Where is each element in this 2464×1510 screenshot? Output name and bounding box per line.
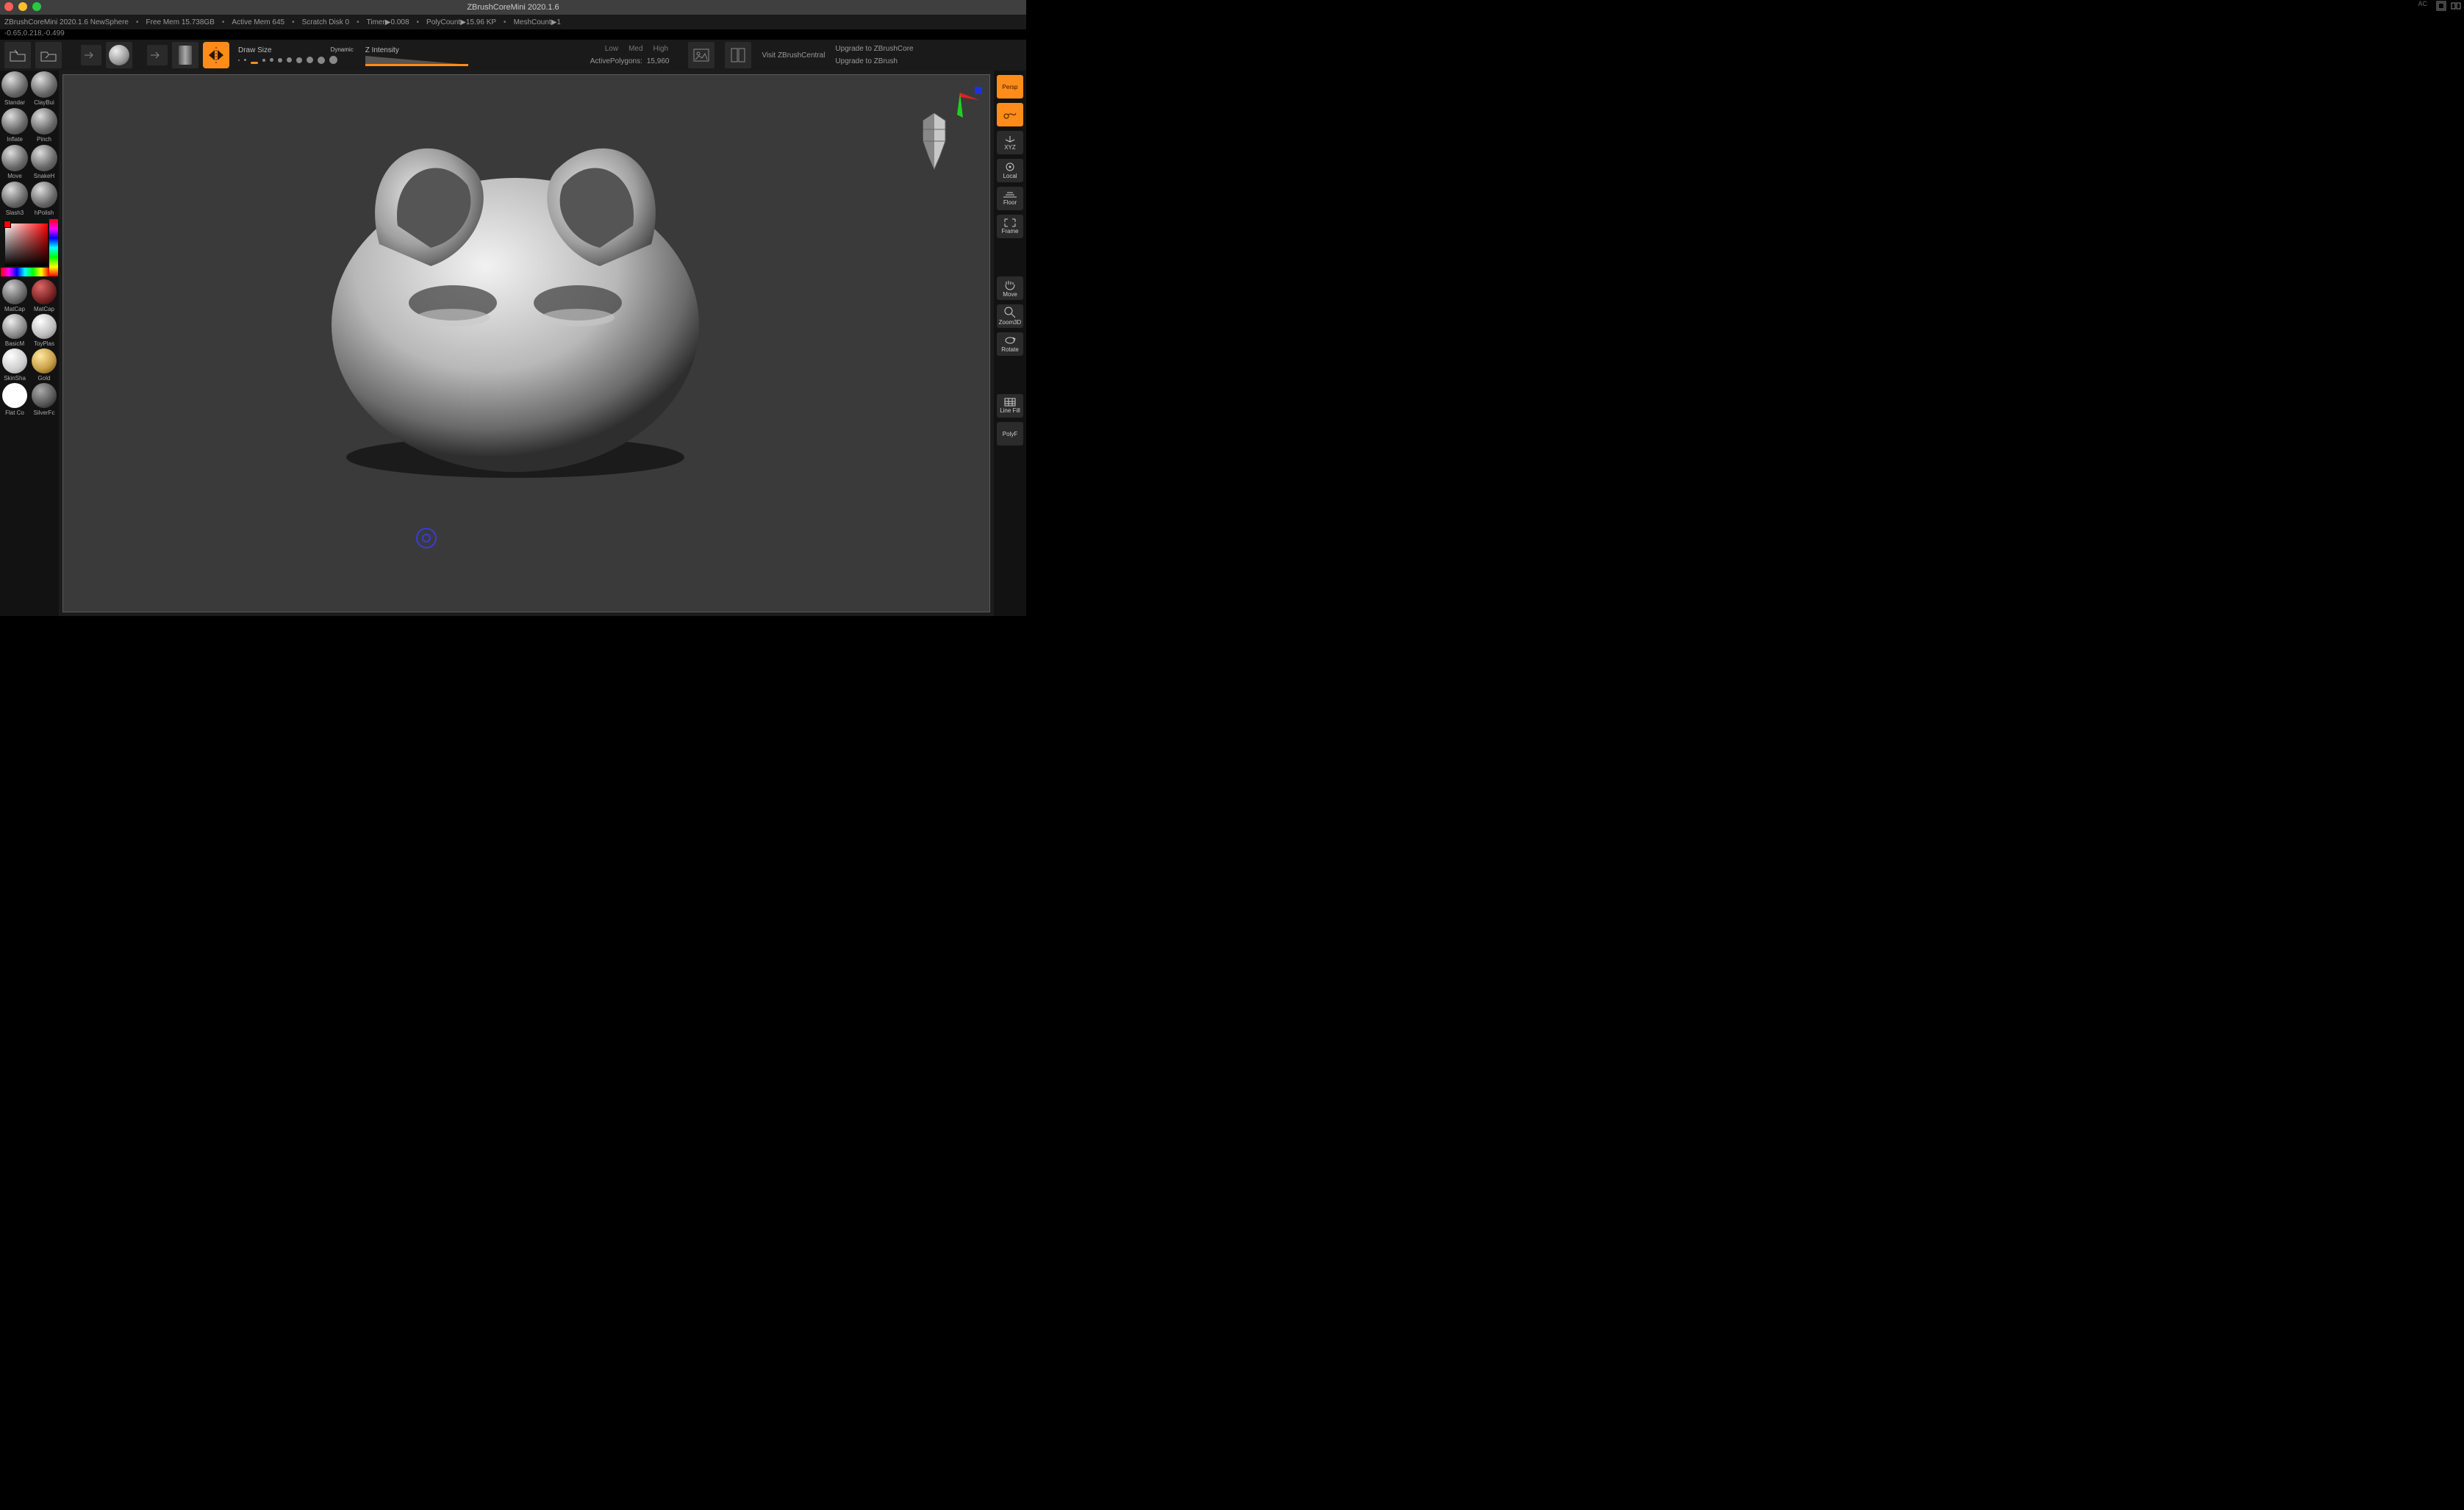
quality-low[interactable]: Low xyxy=(605,45,618,53)
draw-size-label: Draw Size xyxy=(238,46,272,54)
open-file-button[interactable] xyxy=(4,42,31,68)
material-matcap[interactable]: MatCap xyxy=(0,278,29,312)
draw-size-dots[interactable] xyxy=(238,56,354,64)
scratch-value: 0 xyxy=(345,18,350,26)
brush-slash3[interactable]: Slash3 xyxy=(0,181,29,218)
brush-cursor xyxy=(416,528,437,548)
brush-snakeh[interactable]: SnakeH xyxy=(29,144,59,181)
z-intensity-label: Z Intensity xyxy=(365,46,571,54)
app-name: ZBrushCoreMini 2020.1.6 NewSphere xyxy=(4,18,129,26)
material-skinsha[interactable]: SkinSha xyxy=(0,347,29,382)
brush-move[interactable]: Move xyxy=(0,144,29,181)
minimize-button[interactable] xyxy=(18,2,27,11)
z-intensity-slider[interactable] xyxy=(365,56,571,65)
material-basicm[interactable]: BasicM xyxy=(0,312,29,347)
right-zoom3d-button[interactable]: Zoom3D xyxy=(997,304,1023,328)
active-polygons-value: 15,960 xyxy=(647,57,670,65)
visit-link[interactable]: Visit ZBrushCentral xyxy=(762,51,825,60)
save-file-button[interactable] xyxy=(35,42,62,68)
corner-icons xyxy=(2436,1,2461,11)
active-polygons-label: ActivePolygons: xyxy=(590,57,642,65)
cylinder-arrow-icon[interactable] xyxy=(147,45,168,65)
zoom-button[interactable] xyxy=(32,2,41,11)
right-xyz-button[interactable]: XYZ xyxy=(997,131,1023,154)
coordinates-readout: -0.65,0.218,-0.499 xyxy=(0,29,1026,40)
cylinder-button[interactable] xyxy=(172,42,198,68)
right-polyf-button[interactable]: PolyF xyxy=(997,422,1023,446)
quality-selector[interactable]: Low Med High xyxy=(605,45,670,53)
corner-icon-2[interactable] xyxy=(2451,1,2461,11)
ac-label: AC xyxy=(2418,0,2427,7)
right-persp-button[interactable]: Persp xyxy=(997,75,1023,99)
viewport-canvas[interactable] xyxy=(63,75,989,612)
info-bar: ZBrushCoreMini 2020.1.6 NewSphere •Free … xyxy=(0,15,1026,29)
top-toolbar: Draw Size Dynamic Z Intensity Low Med Hig… xyxy=(0,40,1026,71)
color-picker[interactable] xyxy=(1,219,58,276)
image-icon[interactable] xyxy=(688,42,715,68)
sphere-button[interactable] xyxy=(106,42,132,68)
window-titlebar: ZBrushCoreMini 2020.1.6 xyxy=(0,0,1026,15)
right-frame-button[interactable]: Frame xyxy=(997,215,1023,238)
meshcount-value: 1 xyxy=(556,18,561,26)
3dprint-icon[interactable] xyxy=(725,42,751,68)
right-rotate-button[interactable]: Rotate xyxy=(997,332,1023,356)
free-mem-value: 15.738GB xyxy=(182,18,215,26)
navigation-head[interactable] xyxy=(916,112,953,171)
left-panel: StandarClayBuiInflatePinchMoveSnakeHSlas… xyxy=(0,71,59,616)
brush-claybui[interactable]: ClayBui xyxy=(29,71,59,107)
upgrade-core-link[interactable]: Upgrade to ZBrushCore xyxy=(835,45,913,53)
material-gold[interactable]: Gold xyxy=(29,347,59,382)
right-local-button[interactable]: Local xyxy=(997,159,1023,182)
brush-pinch[interactable]: Pinch xyxy=(29,107,59,144)
window-controls xyxy=(4,2,41,11)
close-button[interactable] xyxy=(4,2,13,11)
timer-value: 0.008 xyxy=(391,18,409,26)
corner-icon-1[interactable] xyxy=(2436,1,2446,11)
upgrade-zbrush-link[interactable]: Upgrade to ZBrush xyxy=(835,57,913,65)
model-display xyxy=(63,75,989,612)
quality-med[interactable]: Med xyxy=(628,45,642,53)
material-toyplas[interactable]: ToyPlas xyxy=(29,312,59,347)
active-mem-value: 645 xyxy=(272,18,284,26)
sphere-arrow-icon[interactable] xyxy=(81,45,101,65)
polycount-value: 15.96 KP xyxy=(466,18,496,26)
window-title: ZBrushCoreMini 2020.1.6 xyxy=(467,3,559,12)
dynamic-label: Dynamic xyxy=(331,46,354,54)
right-floor-button[interactable]: Floor xyxy=(997,187,1023,210)
material-silverfc[interactable]: SilverFc xyxy=(29,382,59,416)
right-move-button[interactable]: Move xyxy=(997,276,1023,300)
right-line fill-button[interactable]: Line Fill xyxy=(997,394,1023,418)
brush-inflate[interactable]: Inflate xyxy=(0,107,29,144)
right-draw-button[interactable] xyxy=(997,103,1023,126)
right-toolbar: Persp XYZ Local Floor Frame Move Zoom3D Rotate L… xyxy=(994,71,1026,616)
symmetry-button[interactable] xyxy=(203,42,229,68)
material-flat co[interactable]: Flat Co xyxy=(0,382,29,416)
material-matcap[interactable]: MatCap xyxy=(29,278,59,312)
brush-standar[interactable]: Standar xyxy=(0,71,29,107)
quality-high[interactable]: High xyxy=(653,45,669,53)
brush-hpolish[interactable]: hPolish xyxy=(29,181,59,218)
